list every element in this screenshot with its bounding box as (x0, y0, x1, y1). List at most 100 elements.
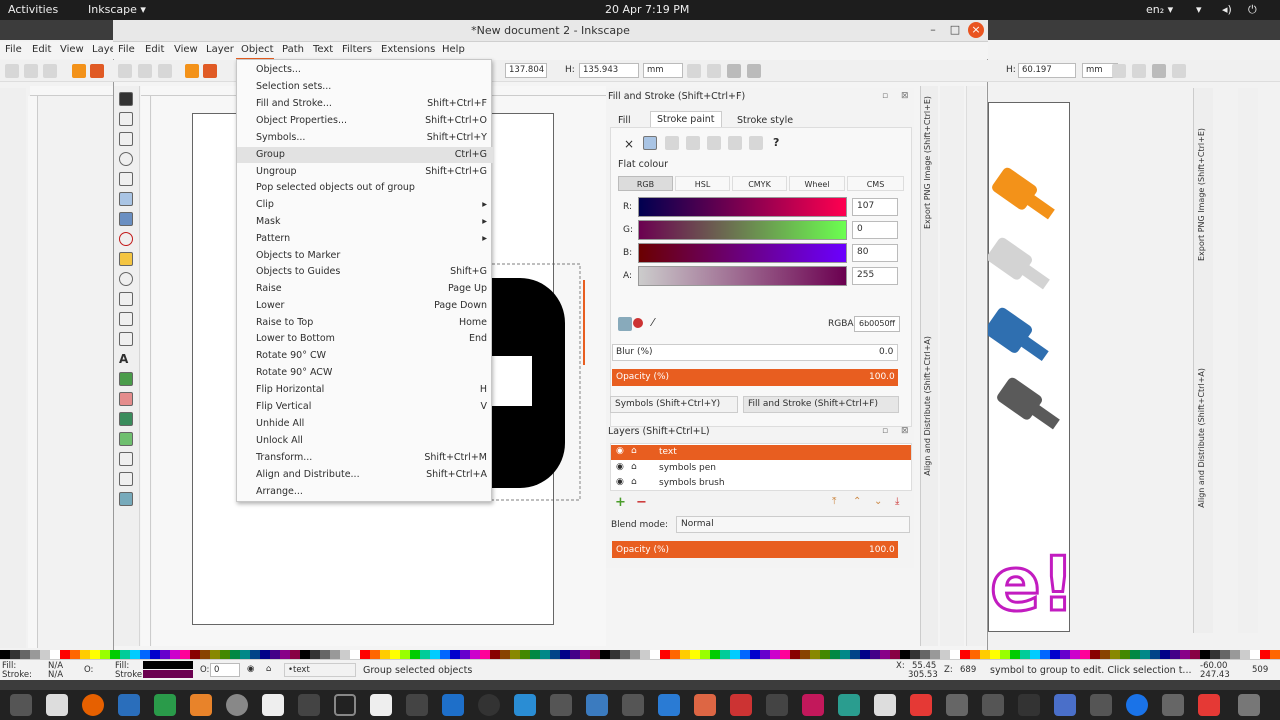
tab-fill[interactable]: Fill (614, 113, 635, 128)
align-icon[interactable] (1112, 64, 1126, 78)
right-strip-label-1[interactable]: Align and Distribute (Shift+Ctrl+A) (1197, 368, 1206, 508)
palette-swatch[interactable] (860, 650, 870, 659)
settings-icon[interactable] (226, 694, 248, 716)
palette-swatch[interactable] (810, 650, 820, 659)
menu-help[interactable]: Help (442, 44, 465, 55)
menu-item-flip-vertical[interactable]: Flip Vertical V (237, 399, 493, 415)
menu-edit[interactable]: Edit (145, 44, 164, 55)
palette-swatch[interactable] (20, 650, 30, 659)
palette-swatch[interactable] (520, 650, 530, 659)
palette-swatch[interactable] (1040, 650, 1050, 659)
palette-swatch[interactable] (360, 650, 370, 659)
palette-swatch[interactable] (580, 650, 590, 659)
palette-swatch[interactable] (990, 650, 1000, 659)
palette-swatch[interactable] (1110, 650, 1120, 659)
palette-swatch[interactable] (1250, 650, 1260, 659)
menu-extensions[interactable]: Extensions (381, 44, 435, 55)
palette-swatch[interactable] (90, 650, 100, 659)
app-menu[interactable]: Inkscape ▾ (88, 3, 146, 16)
lock-icon[interactable]: ⌂ (266, 664, 271, 674)
calc-icon[interactable] (154, 694, 176, 716)
menu-item-flip-horizontal[interactable]: Flip Horizontal H (237, 382, 493, 398)
palette-swatch[interactable] (480, 650, 490, 659)
menu-path[interactable]: Path (282, 44, 304, 55)
edge-icon[interactable] (514, 694, 536, 716)
palette-swatch[interactable] (60, 650, 70, 659)
menu-item-group[interactable]: Group Ctrl+G (237, 147, 493, 163)
palette-swatch[interactable] (670, 650, 680, 659)
palette-swatch[interactable] (920, 650, 930, 659)
palette-swatch[interactable] (10, 650, 20, 659)
palette-swatch[interactable] (1090, 650, 1100, 659)
writer-icon[interactable] (118, 694, 140, 716)
palette-swatch[interactable] (80, 650, 90, 659)
palette-swatch[interactable] (750, 650, 760, 659)
no-paint-icon[interactable]: × (624, 137, 634, 151)
color-mode-hsl[interactable]: HSL (675, 176, 730, 191)
r-slider[interactable] (638, 197, 847, 217)
spiral-tool-icon[interactable] (119, 272, 133, 286)
palette-swatch[interactable] (640, 650, 650, 659)
app-circle-icon[interactable] (1126, 694, 1148, 716)
palette-swatch[interactable] (790, 650, 800, 659)
r-input[interactable]: 107 (852, 198, 898, 216)
palette-swatch[interactable] (490, 650, 500, 659)
palette-swatch[interactable] (560, 650, 570, 659)
palette-swatch[interactable] (350, 650, 360, 659)
color-picker-icon[interactable]: ⁄ (652, 316, 654, 329)
palette-swatch[interactable] (130, 650, 140, 659)
palette-swatch[interactable] (880, 650, 890, 659)
power-icon[interactable]: ⏻ (1248, 3, 1257, 17)
palette-swatch[interactable] (220, 650, 230, 659)
color-palette[interactable] (0, 650, 1280, 659)
node-tool-icon[interactable] (119, 112, 133, 126)
palette-swatch[interactable] (610, 650, 620, 659)
text-tool-icon[interactable]: A (119, 352, 133, 366)
palette-swatch[interactable] (370, 650, 380, 659)
palette-swatch[interactable] (1100, 650, 1110, 659)
spray-tool-icon[interactable] (119, 372, 133, 386)
palette-swatch[interactable] (620, 650, 630, 659)
menu-item-lower-to-bottom[interactable]: Lower to Bottom End (237, 331, 493, 347)
menu-item-fill-and-stroke[interactable]: Fill and Stroke... Shift+Ctrl+F (237, 96, 493, 112)
opacity-input[interactable]: 0 (210, 663, 240, 677)
palette-swatch[interactable] (780, 650, 790, 659)
palette-swatch[interactable] (1000, 650, 1010, 659)
add-layer-icon[interactable]: + (615, 495, 626, 510)
palette-swatch[interactable] (400, 650, 410, 659)
palette-swatch[interactable] (980, 650, 990, 659)
app-grid-icon[interactable] (946, 694, 968, 716)
a-slider[interactable] (638, 266, 847, 286)
eraser-tool-icon[interactable] (119, 392, 133, 406)
new-icon[interactable] (5, 64, 19, 78)
layer-bottom-icon[interactable]: ⤓ (895, 496, 899, 507)
selector-tool-icon[interactable] (119, 92, 133, 106)
palette-swatch[interactable] (600, 650, 610, 659)
palette-swatch[interactable] (740, 650, 750, 659)
remove-layer-icon[interactable]: − (636, 495, 647, 510)
menu-item-unlock-all[interactable]: Unlock All (237, 433, 493, 449)
layer-visible-icon[interactable]: ◉ (616, 477, 624, 487)
palette-swatch[interactable] (530, 650, 540, 659)
align2-icon[interactable] (1132, 64, 1146, 78)
palette-swatch[interactable] (1010, 650, 1020, 659)
palette-swatch[interactable] (290, 650, 300, 659)
app-red2-icon[interactable] (910, 694, 932, 716)
blur-slider[interactable] (612, 344, 898, 361)
music-icon[interactable] (1018, 694, 1040, 716)
palette-swatch[interactable] (930, 650, 940, 659)
palette-swatch[interactable] (1130, 650, 1140, 659)
palette-swatch[interactable] (410, 650, 420, 659)
palette-swatch[interactable] (950, 650, 960, 659)
app-plane-icon[interactable] (658, 694, 680, 716)
menu-item-raise-to-top[interactable]: Raise to Top Home (237, 315, 493, 331)
menu-item-transform[interactable]: Transform... Shift+Ctrl+M (237, 450, 493, 466)
palette-swatch[interactable] (300, 650, 310, 659)
swatch-icon[interactable] (749, 136, 763, 150)
palette-swatch[interactable] (900, 650, 910, 659)
align4-icon[interactable] (1172, 64, 1186, 78)
scale-radius-icon[interactable] (707, 64, 721, 78)
rect-tool-icon[interactable] (119, 192, 133, 206)
palette-swatch[interactable] (820, 650, 830, 659)
script-icon[interactable] (406, 694, 428, 716)
